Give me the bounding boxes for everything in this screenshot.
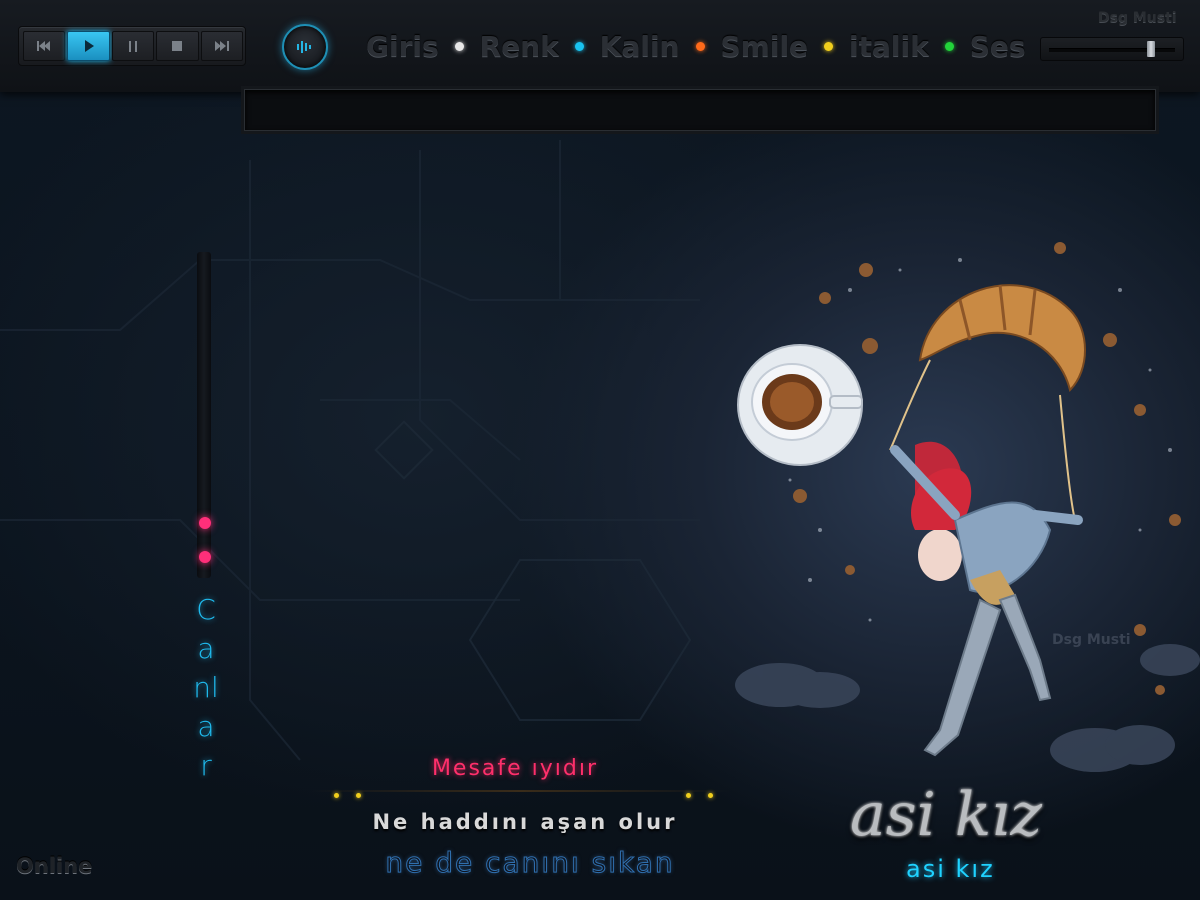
menu-item-italik[interactable]: italik — [849, 30, 929, 63]
divider-dot — [708, 793, 713, 798]
volume-slider-track — [1049, 48, 1175, 52]
menu-dot-green — [944, 41, 954, 51]
lyric-line-3: ne de canını sıkan — [385, 846, 675, 880]
menu-item-smile[interactable]: Smile — [721, 30, 809, 63]
menu-dot-white — [454, 41, 464, 51]
main-menu: Giris Renk Kalin Smile italik Ses — [366, 26, 1026, 66]
menu-item-ses[interactable]: Ses — [970, 30, 1026, 63]
stop-icon — [172, 41, 183, 51]
sidebar-dot — [199, 517, 211, 529]
divider-dot — [686, 793, 691, 798]
menu-item-giris[interactable]: Giris — [366, 30, 439, 63]
volume-slider-thumb[interactable] — [1147, 41, 1156, 57]
online-status: Online — [16, 854, 93, 878]
brand-label: Dsg Musti — [1098, 10, 1177, 26]
artwork-subtitle: asi kız — [906, 855, 995, 883]
equalizer-knob[interactable] — [282, 24, 328, 70]
lyric-divider — [310, 790, 730, 792]
menu-item-renk[interactable]: Renk — [480, 30, 559, 63]
skip-next-icon — [214, 41, 229, 51]
sidebar-bar — [197, 252, 211, 578]
divider-dot — [334, 793, 339, 798]
menu-dot-orange — [695, 41, 705, 51]
equalizer-icon — [297, 41, 311, 53]
pause-icon — [129, 40, 138, 52]
play-icon — [84, 40, 94, 52]
lyric-line-2: Ne haddını aşan olur — [372, 810, 678, 834]
pause-button[interactable] — [111, 31, 155, 61]
player-transport — [18, 26, 246, 66]
skip-previous-icon — [37, 41, 51, 51]
artwork-watermark: Dsg Musti — [1052, 632, 1131, 648]
menu-dot-yellow — [824, 41, 834, 51]
message-bar[interactable] — [244, 89, 1156, 131]
lyric-line-1: Mesafe ıyıdır — [431, 756, 599, 781]
play-button[interactable] — [67, 31, 110, 61]
stop-button[interactable] — [156, 31, 199, 61]
menu-dot-blue — [574, 41, 584, 51]
next-button[interactable] — [200, 31, 244, 61]
divider-dot — [356, 793, 361, 798]
sidebar-dot — [199, 551, 211, 563]
canlar-label[interactable]: Canlar — [192, 590, 220, 785]
previous-button[interactable] — [23, 31, 66, 61]
menu-item-kalin[interactable]: Kalin — [600, 30, 680, 63]
girl-croissant-artwork — [735, 242, 1200, 772]
artwork-title: asi kız — [850, 780, 1042, 850]
top-toolbar: Giris Renk Kalin Smile italik Ses Dsg Mu… — [0, 0, 1200, 92]
volume-slider[interactable] — [1040, 37, 1184, 61]
